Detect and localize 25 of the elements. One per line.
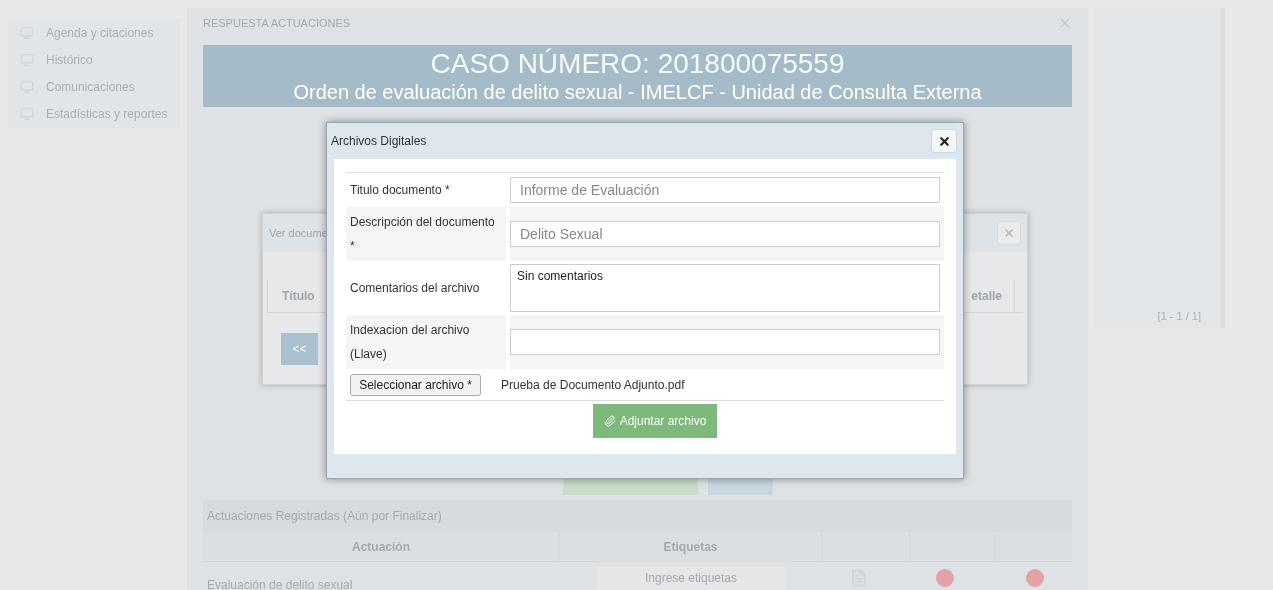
case-subtitle: Orden de evaluación de delito sexual - IMELCF - Unidad de Consulta Externa [293, 80, 982, 104]
case-number: CASO NÚMERO: 201800075559 [430, 48, 845, 80]
field-label: Indexacion del archivo (Llave) [349, 322, 471, 363]
column-header: Título [267, 280, 315, 312]
field-label: Descripción del documento * [349, 214, 496, 255]
field-label: Comentarios del archivo [349, 280, 481, 297]
attach-button[interactable]: Adjuntar archivo [593, 404, 717, 438]
text-field[interactable]: Informe de Evaluación [510, 177, 940, 203]
column-header: Etiquetas [560, 532, 822, 561]
table-cell-text: Evaluación de delito sexual [206, 577, 354, 590]
file-name: Prueba de Documento Adjunto.pdf [501, 376, 685, 394]
field-label: Titulo documento * [349, 182, 451, 199]
column-header: Actuación [203, 532, 560, 561]
tags-field[interactable]: Ingrese etiquetas [597, 566, 785, 590]
dialog-title: Archivos Digitales [331, 133, 427, 150]
previous-button[interactable]: << [281, 333, 318, 365]
sidebar-item[interactable]: Histórico [46, 51, 93, 69]
panel-title: RESPUESTA ACTUACIONES [203, 15, 351, 31]
select-file-button[interactable]: Seleccionar archivo * [350, 373, 481, 396]
text-field[interactable]: Delito Sexual [510, 221, 940, 247]
sidebar-item[interactable]: Estadísticas y reportes [46, 105, 168, 123]
sidebar-item[interactable]: Agenda y citaciones [46, 24, 154, 42]
comments-field[interactable]: Sin comentarios [510, 264, 940, 312]
column-header: etalle [971, 280, 1015, 312]
sidebar-item[interactable]: Comunicaciones [46, 78, 135, 96]
